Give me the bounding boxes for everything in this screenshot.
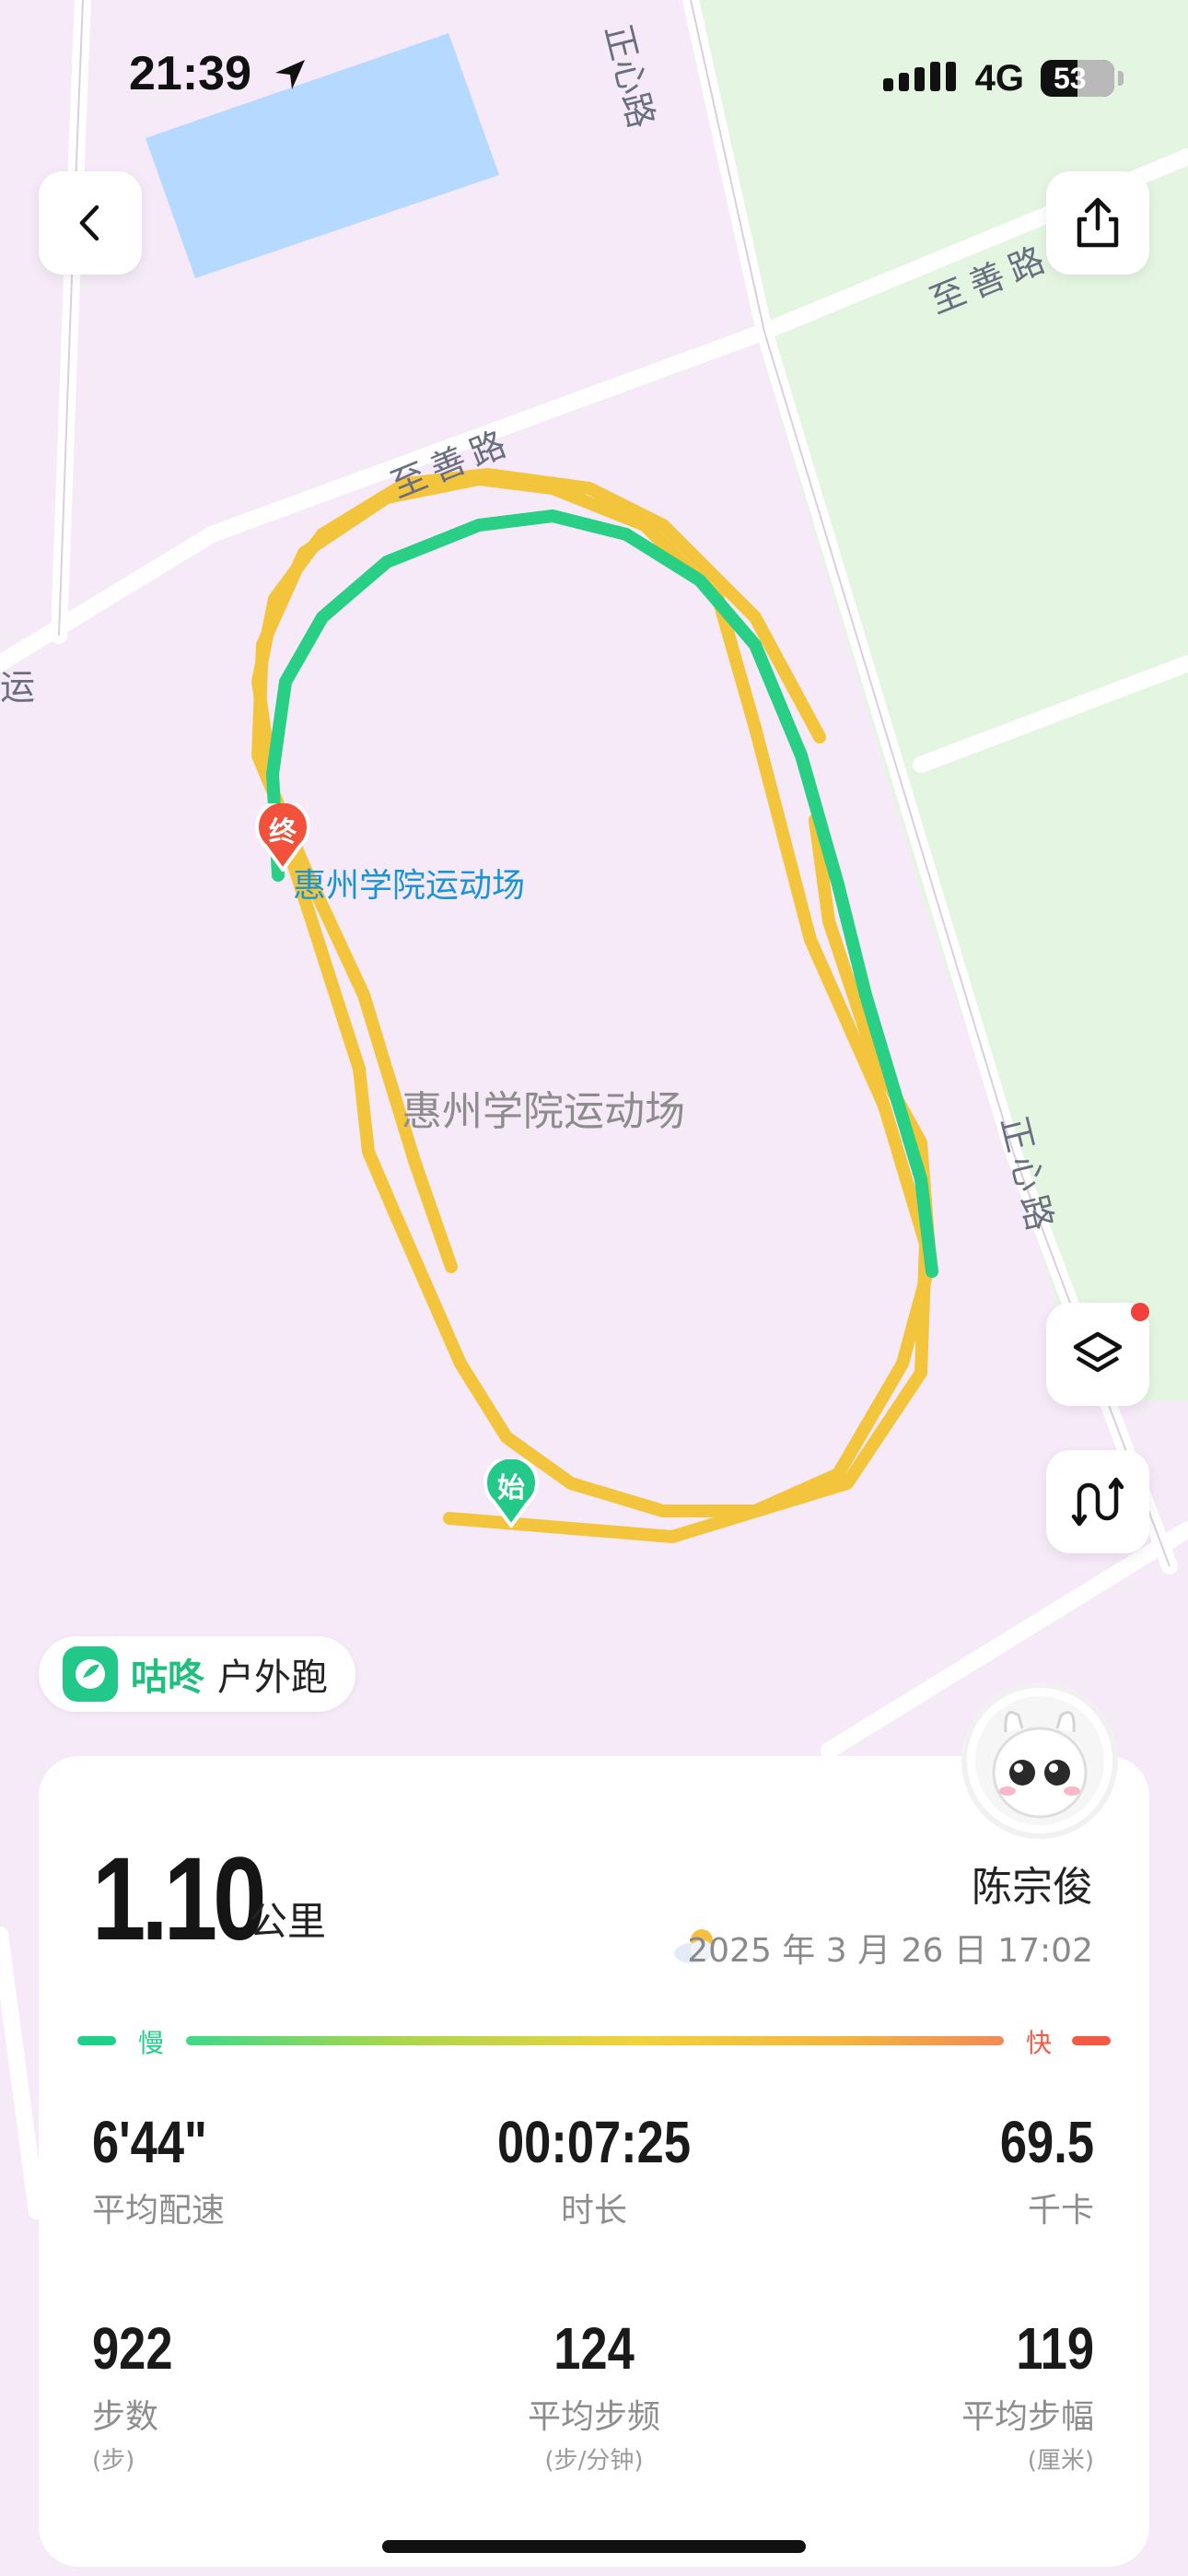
status-time-text: 21:39 bbox=[129, 47, 251, 100]
start-marker-label: 始 bbox=[497, 1472, 525, 1505]
fast-dash bbox=[1072, 2036, 1111, 2045]
pace-slow-label: 慢 bbox=[138, 2028, 165, 2058]
map-layers-button[interactable] bbox=[1046, 1303, 1149, 1406]
avatar[interactable] bbox=[961, 1682, 1118, 1839]
stat-label: 平均配速 bbox=[92, 2192, 226, 2230]
stat-label: 平均步幅 bbox=[961, 2398, 1094, 2436]
road-label-partial: 运 bbox=[0, 667, 36, 708]
chevron-left-icon bbox=[79, 205, 99, 241]
stat-duration: 00:07:25 时长 bbox=[428, 2108, 760, 2231]
stat-value: 124 bbox=[553, 2315, 635, 2382]
stat-unit: (厘米) bbox=[1027, 2447, 1094, 2475]
home-indicator[interactable] bbox=[382, 2540, 806, 2553]
activity-datetime: 2025 年 3 月 26 日 17:02 bbox=[687, 1932, 1093, 1970]
stat-label: 平均步频 bbox=[527, 2398, 660, 2436]
slow-dash bbox=[77, 2036, 116, 2045]
stat-value: 6'44" bbox=[92, 2109, 207, 2175]
area-label: 惠州学院运动场 bbox=[402, 1088, 685, 1135]
share-button[interactable] bbox=[1046, 171, 1149, 275]
poi-label[interactable]: 惠州学院运动场 bbox=[293, 859, 525, 907]
stat-label: 步数 bbox=[92, 2398, 159, 2436]
status-right: 4G 53 bbox=[882, 55, 1124, 101]
route-toggle-button[interactable] bbox=[1046, 1450, 1149, 1553]
share-icon bbox=[1077, 197, 1119, 248]
brand-chip: 咕咚 户外跑 bbox=[39, 1636, 355, 1712]
stat-value: 00:07:25 bbox=[496, 2109, 692, 2175]
end-marker[interactable]: 终 bbox=[254, 799, 311, 873]
distance-unit: 公里 bbox=[249, 1899, 327, 1944]
end-marker-label: 终 bbox=[269, 816, 297, 849]
brand-name: 咕咚 bbox=[131, 1657, 204, 1699]
brand-logo-icon bbox=[63, 1646, 118, 1702]
stat-calories: 69.5 千卡 bbox=[763, 2108, 1094, 2231]
stat-unit: (步/分钟) bbox=[544, 2447, 644, 2475]
avatar-icon bbox=[975, 1696, 1104, 1825]
status-time: 21:39 bbox=[129, 46, 309, 101]
stat-label: 时长 bbox=[560, 2192, 627, 2230]
pace-fast-label: 快 bbox=[1026, 2028, 1053, 2058]
battery-level: 53 bbox=[1054, 61, 1087, 95]
stat-avg-pace: 6'44" 平均配速 bbox=[92, 2108, 424, 2231]
stat-stride: 119 平均步幅 (厘米) bbox=[763, 2314, 1094, 2476]
stat-value: 69.5 bbox=[999, 2109, 1094, 2175]
back-button[interactable] bbox=[39, 171, 142, 275]
user-name: 陈宗俊 bbox=[972, 1864, 1093, 1911]
battery-tip bbox=[1118, 71, 1124, 86]
stat-cadence: 124 平均步频 (步/分钟) bbox=[428, 2314, 760, 2476]
stat-unit: (步) bbox=[92, 2447, 135, 2475]
activity-type: 户外跑 bbox=[217, 1657, 328, 1699]
stat-steps: 922 步数 (步) bbox=[92, 2314, 424, 2476]
layers-icon bbox=[1073, 1331, 1123, 1373]
distance-value: 1.10 bbox=[92, 1833, 267, 1965]
pace-gradient-bar bbox=[186, 2036, 1004, 2045]
signal-icon bbox=[882, 62, 956, 91]
pace-legend: 慢 快 bbox=[77, 2023, 1111, 2060]
stat-value: 922 bbox=[92, 2315, 173, 2382]
location-arrow-icon bbox=[275, 60, 306, 89]
network-label: 4G bbox=[974, 57, 1024, 99]
start-marker[interactable]: 始 bbox=[483, 1455, 540, 1529]
stat-value: 119 bbox=[1016, 2315, 1094, 2382]
notification-dot bbox=[1131, 1303, 1149, 1321]
stat-label: 千卡 bbox=[1027, 2192, 1094, 2230]
route-icon bbox=[1071, 1477, 1124, 1527]
battery-icon: 53 bbox=[1041, 60, 1114, 97]
